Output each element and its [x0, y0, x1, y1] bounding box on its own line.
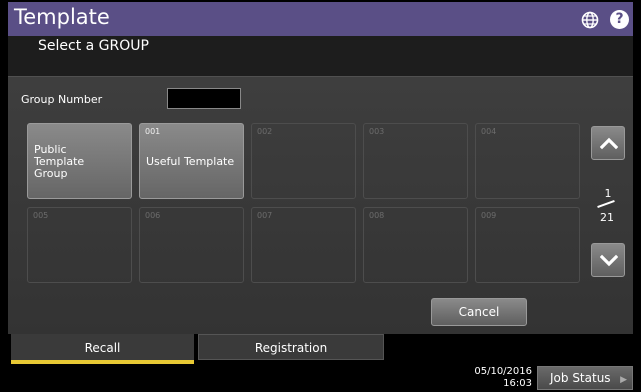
page-total: 21 [600, 211, 614, 224]
job-status-button[interactable]: Job Status ▶ [537, 366, 633, 390]
tile-number: 004 [481, 127, 497, 136]
group-number-label: Group Number [21, 93, 103, 106]
page-separator [597, 199, 615, 209]
group-tile-005: 005 [27, 207, 132, 283]
tile-number: 003 [369, 127, 385, 136]
chevron-down-icon [600, 254, 618, 267]
job-status-label: Job Status [550, 371, 611, 385]
tile-number: 009 [481, 211, 497, 220]
date-text: 05/10/2016 [474, 366, 532, 377]
tab-registration[interactable]: Registration [198, 334, 384, 360]
help-icon[interactable]: ? [610, 10, 629, 29]
page-down-button[interactable] [591, 243, 625, 277]
group-number-field[interactable] [167, 88, 241, 109]
status-footer: 05/10/2016 16:03 Job Status ▶ [8, 364, 633, 392]
group-tile-002: 002 [251, 123, 356, 199]
group-tile-public[interactable]: Public Template Group [27, 123, 132, 199]
title-bar: Template ? [8, 2, 633, 36]
page-up-button[interactable] [591, 126, 625, 160]
page-current: 1 [604, 187, 612, 200]
cancel-button[interactable]: Cancel [431, 298, 527, 326]
tab-recall[interactable]: Recall [11, 334, 194, 364]
chevron-right-icon: ▶ [620, 375, 627, 385]
subtitle-bar: Select a GROUP [8, 36, 633, 76]
datetime: 05/10/2016 16:03 [448, 366, 532, 390]
bottom-tabs: Recall Registration [8, 334, 633, 364]
globe-icon[interactable] [581, 11, 599, 29]
group-tile-007: 007 [251, 207, 356, 283]
tile-number: 002 [257, 127, 273, 136]
subtitle: Select a GROUP [38, 38, 149, 54]
group-tile-008: 008 [363, 207, 468, 283]
page-title: Template [14, 5, 110, 29]
group-tile-004: 004 [475, 123, 580, 199]
group-tile-003: 003 [363, 123, 468, 199]
tile-name: Useful Template [146, 155, 235, 168]
tile-number: 006 [145, 211, 161, 220]
time-text: 16:03 [503, 378, 532, 389]
tile-number: 008 [369, 211, 385, 220]
main-panel: Group Number Public Template Group 001 U… [8, 76, 633, 335]
tile-number: 001 [145, 127, 161, 136]
group-tile-009: 009 [475, 207, 580, 283]
tile-number: 005 [33, 211, 49, 220]
app-frame: Template ? Select a GROUP Group Number P… [0, 0, 641, 392]
chevron-up-icon [600, 137, 618, 150]
tile-name-line: Group [34, 167, 68, 180]
tile-number: 007 [257, 211, 273, 220]
group-tile-006: 006 [139, 207, 244, 283]
group-tile-001[interactable]: 001 Useful Template [139, 123, 244, 199]
